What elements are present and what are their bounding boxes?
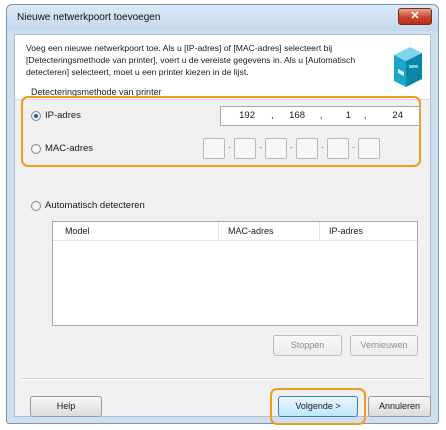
printer-icon	[394, 47, 422, 87]
ip-octet-4[interactable]: 24	[373, 110, 403, 121]
mac-octet-field[interactable]	[358, 138, 380, 159]
title-bar[interactable]: Nieuwe netwerkpoort toevoegen ✕	[7, 5, 438, 31]
mac-address-label: MAC-adres	[45, 143, 94, 154]
mac-address-radio[interactable]	[31, 143, 41, 154]
auto-detect-label: Automatisch detecteren	[45, 200, 145, 211]
mac-octet-field[interactable]	[296, 138, 318, 159]
mac-separator: -	[352, 142, 355, 152]
stop-button[interactable]: Stoppen	[273, 335, 342, 356]
printer-list[interactable]: Model MAC-adres IP-adres	[52, 221, 418, 326]
mac-separator: -	[228, 142, 231, 152]
footer-separator	[21, 378, 424, 380]
ip-address-option[interactable]: IP-adres	[31, 110, 81, 121]
intro-text: Voeg een nieuwe netwerkpoort toe. Als u …	[26, 43, 356, 77]
column-mac-address[interactable]: MAC-adres	[228, 226, 274, 236]
window-title: Nieuwe netwerkpoort toevoegen	[17, 12, 161, 23]
mac-address-option[interactable]: MAC-adres	[31, 143, 93, 154]
ip-octet-3[interactable]: 1	[321, 110, 351, 121]
ip-address-label: IP-adres	[45, 110, 81, 121]
mac-separator: -	[290, 142, 293, 152]
column-divider	[319, 222, 320, 240]
column-divider	[218, 222, 219, 240]
mac-separator: -	[321, 142, 324, 152]
ip-address-radio[interactable]	[31, 110, 41, 121]
mac-separator: -	[259, 142, 262, 152]
ip-octet-1[interactable]: 192	[225, 110, 255, 121]
column-ip-address[interactable]: IP-adres	[329, 226, 363, 236]
ip-octet-2[interactable]: 168	[275, 110, 305, 121]
ip-dot-separator: ,	[271, 110, 274, 121]
ip-address-input[interactable]: 192 , 168 , 1 , 24	[220, 106, 420, 126]
mac-octet-field[interactable]	[265, 138, 287, 159]
close-icon: ✕	[410, 10, 420, 22]
refresh-button[interactable]: Vernieuwen	[350, 335, 418, 356]
mac-octet-field[interactable]	[203, 138, 225, 159]
auto-detect-option[interactable]: Automatisch detecteren	[31, 200, 145, 211]
help-button[interactable]: Help	[30, 396, 102, 417]
close-button[interactable]: ✕	[398, 8, 432, 25]
next-button[interactable]: Volgende >	[278, 396, 358, 417]
auto-detect-radio[interactable]	[31, 200, 41, 211]
dialog-window: Nieuwe netwerkpoort toevoegen ✕ Voeg een…	[6, 4, 439, 425]
ip-dot-separator: ,	[364, 110, 367, 121]
cancel-button[interactable]: Annuleren	[368, 396, 431, 417]
mac-octet-field[interactable]	[234, 138, 256, 159]
printer-list-header: Model MAC-adres IP-adres	[53, 222, 417, 241]
column-model[interactable]: Model	[65, 226, 90, 236]
mac-octet-field[interactable]	[327, 138, 349, 159]
